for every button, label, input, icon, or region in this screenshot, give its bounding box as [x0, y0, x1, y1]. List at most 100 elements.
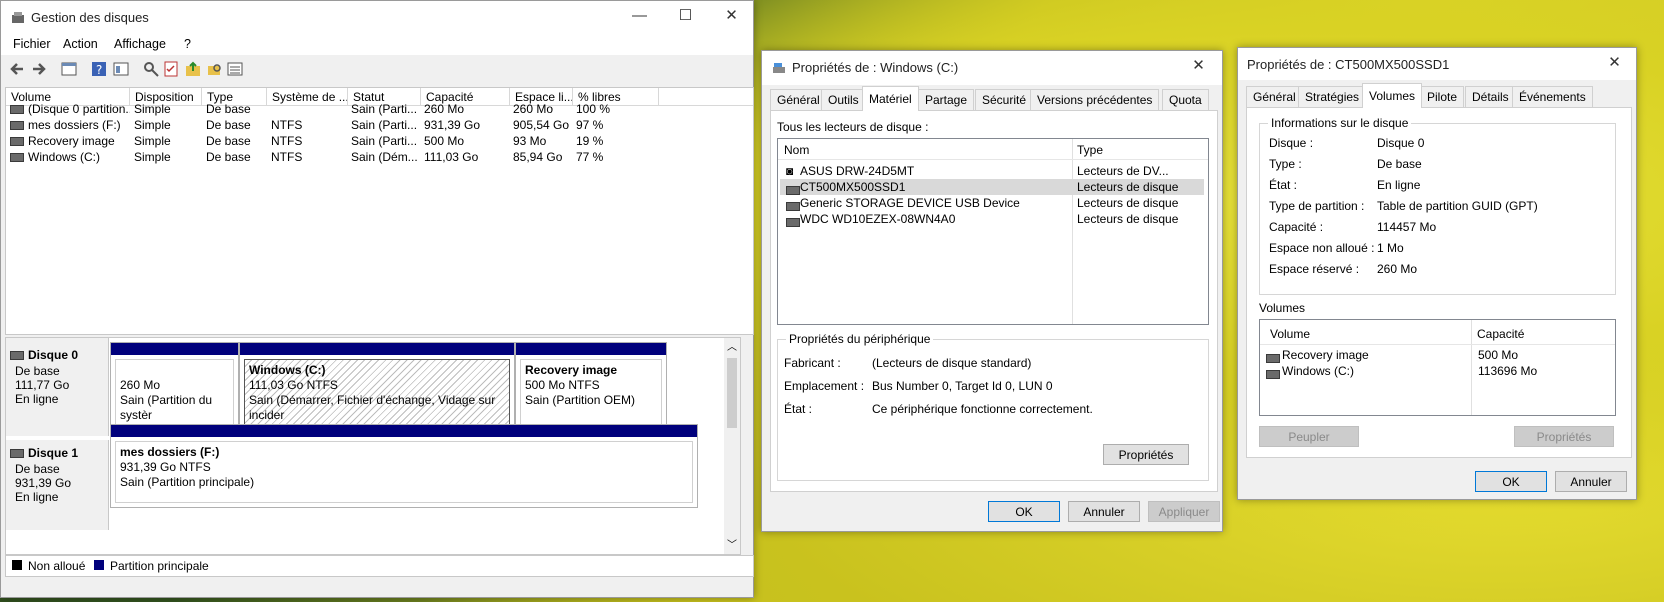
drive-name: WDC WD10EZEX-08WN4A0: [800, 212, 956, 226]
list-item[interactable]: Recovery image 500 Mo: [1266, 347, 1606, 364]
scroll-up-icon[interactable]: ︿: [727, 338, 737, 353]
populate-button[interactable]: Peupler: [1259, 426, 1359, 447]
table-row[interactable]: (Disque 0 partition... Simple De base Sa…: [6, 102, 753, 118]
menu-fichier[interactable]: Fichier: [13, 37, 51, 51]
volume-list[interactable]: Volume Disposition Type Système de ... S…: [5, 87, 754, 335]
optical-drive-icon: ◙: [786, 164, 794, 178]
tab-strategies[interactable]: Stratégies: [1298, 86, 1367, 107]
ok-button[interactable]: OK: [988, 501, 1060, 522]
volume-icon: [10, 153, 24, 163]
drive-name: CT500MX500SSD1: [800, 180, 906, 194]
list-item-selected[interactable]: CT500MX500SSD1 Lecteurs de disque: [780, 179, 1204, 196]
title-bar[interactable]: Gestion des disques — ☐ ✕: [1, 1, 753, 35]
disk-management-icon: [12, 12, 24, 23]
partition-size: 500 Mo NTFS: [525, 378, 600, 392]
scroll-thumb[interactable]: [727, 358, 737, 428]
list-item[interactable]: Generic STORAGE DEVICE USB Device Lecteu…: [780, 195, 1204, 212]
tab-general[interactable]: Général: [770, 89, 827, 110]
connect-icon[interactable]: [143, 61, 159, 77]
tab-quota[interactable]: Quota: [1162, 89, 1209, 110]
drive-type: Lecteurs de disque: [1077, 180, 1179, 194]
forward-arrow-icon[interactable]: [31, 61, 47, 77]
tab-versions-precedentes[interactable]: Versions précédentes: [1030, 89, 1160, 110]
list-view-icon[interactable]: [227, 61, 243, 77]
ok-button[interactable]: OK: [1475, 471, 1547, 492]
partition-size: 260 Mo: [120, 378, 161, 392]
tab-securite[interactable]: Sécurité: [975, 89, 1034, 110]
column-capacite[interactable]: Capacité: [1477, 327, 1524, 341]
partition-windows-c[interactable]: Windows (C:) 111,03 Go NTFS Sain (Démarr…: [239, 342, 515, 432]
tab-materiel[interactable]: Matériel: [862, 86, 919, 111]
folder-search-icon[interactable]: [207, 61, 223, 77]
disk0-size: 111,77 Go: [15, 378, 70, 392]
list-item[interactable]: Windows (C:) 113696 Mo: [1266, 363, 1606, 380]
tab-general[interactable]: Général: [1246, 86, 1303, 107]
drives-list[interactable]: Nom Type ◙ ASUS DRW-24D5MT Lecteurs de D…: [777, 138, 1209, 325]
tab-details[interactable]: Détails: [1465, 86, 1516, 107]
menu-affichage[interactable]: Affichage: [114, 37, 166, 51]
vertical-scrollbar[interactable]: ︿ ﹀: [724, 338, 740, 554]
close-icon[interactable]: ✕: [1592, 48, 1637, 78]
cancel-button[interactable]: Annuler: [1068, 501, 1140, 522]
folder-up-icon[interactable]: [185, 61, 201, 77]
device-properties-button[interactable]: Propriétés: [1103, 444, 1189, 465]
table-row[interactable]: mes dossiers (F:) Simple De base NTFS Sa…: [6, 118, 753, 134]
table-row[interactable]: Recovery image Simple De base NTFS Sain …: [6, 134, 753, 150]
volumes-list[interactable]: Volume Capacité Recovery image 500 Mo Wi…: [1259, 319, 1616, 416]
cell-volume: Windows (C:): [10, 150, 130, 164]
status-bar: [5, 577, 752, 595]
table-row[interactable]: Windows (C:) Simple De base NTFS Sain (D…: [6, 150, 753, 166]
maximize-icon[interactable]: ☐: [663, 1, 708, 31]
drive-type: Lecteurs de disque: [1077, 212, 1179, 226]
apply-button[interactable]: Appliquer: [1148, 501, 1220, 522]
volume-icon: [1266, 370, 1280, 380]
checklist-icon[interactable]: [163, 61, 179, 77]
close-icon[interactable]: ✕: [1176, 51, 1221, 81]
disk-icon: [786, 202, 800, 212]
partition-bar: [111, 343, 238, 355]
tab-volumes[interactable]: Volumes: [1362, 83, 1423, 108]
tab-evenements[interactable]: Événements: [1512, 86, 1593, 107]
emplacement-label: Emplacement :: [784, 379, 865, 393]
tab-strip: Général Stratégies Volumes Pilote Détail…: [1246, 83, 1630, 108]
title-bar[interactable]: Propriétés de : CT500MX500SSD1 ✕: [1238, 48, 1636, 80]
info-value-reserve: 260 Mo: [1377, 262, 1418, 276]
cell-volume: mes dossiers (F:): [10, 118, 130, 132]
toolbar: ?: [1, 57, 753, 81]
partition-recovery[interactable]: Recovery image 500 Mo NTFS Sain (Partiti…: [515, 342, 667, 432]
back-arrow-icon[interactable]: [9, 61, 25, 77]
tab-pilote[interactable]: Pilote: [1420, 86, 1465, 107]
partition-mes-dossiers[interactable]: mes dossiers (F:) 931,39 Go NTFS Sain (P…: [110, 424, 698, 508]
column-volume[interactable]: Volume: [1270, 327, 1310, 341]
disk-graphic-view[interactable]: Disque 0 De base 111,77 Go En ligne 260 …: [5, 337, 741, 555]
console-tree-icon[interactable]: [61, 61, 77, 77]
cancel-button[interactable]: Annuler: [1555, 471, 1627, 492]
partition-disk0-system[interactable]: 260 Mo Sain (Partition du systèr: [110, 342, 239, 432]
legend-primary: Partition principale: [110, 559, 209, 573]
tab-strip: Général Outils Matériel Partage Sécurité…: [770, 86, 1216, 111]
close-icon[interactable]: ✕: [709, 1, 754, 31]
list-item[interactable]: ◙ ASUS DRW-24D5MT Lecteurs de DV...: [780, 163, 1204, 179]
partition-status: Sain (Partition du systèr: [120, 393, 213, 422]
drive-name: Generic STORAGE DEVICE USB Device: [800, 196, 1020, 210]
drive-type: Lecteurs de disque: [1077, 196, 1179, 210]
menu-action[interactable]: Action: [63, 37, 98, 51]
menu-help[interactable]: ?: [184, 37, 191, 51]
disk1-label[interactable]: Disque 1 De base 931,39 Go En ligne: [6, 440, 109, 530]
properties-panel-icon[interactable]: [113, 61, 129, 77]
minimize-icon[interactable]: —: [617, 1, 662, 31]
list-item[interactable]: WDC WD10EZEX-08WN4A0 Lecteurs de disque: [780, 211, 1204, 228]
column-type[interactable]: Type: [1077, 143, 1103, 157]
volume-icon: [1266, 354, 1280, 364]
help-icon[interactable]: ?: [91, 61, 107, 77]
volume-icon: [10, 121, 24, 131]
tab-partage[interactable]: Partage: [918, 89, 975, 110]
column-nom[interactable]: Nom: [784, 143, 809, 157]
title-bar[interactable]: Propriétés de : Windows (C:) ✕: [762, 51, 1222, 85]
legend: Non alloué Partition principale: [5, 555, 754, 577]
volume-properties-button[interactable]: Propriétés: [1514, 426, 1614, 447]
scroll-down-icon[interactable]: ﹀: [727, 536, 737, 551]
cell-systeme: NTFS: [271, 150, 303, 164]
tab-outils[interactable]: Outils: [821, 89, 866, 110]
disk0-label[interactable]: Disque 0 De base 111,77 Go En ligne: [6, 338, 109, 436]
